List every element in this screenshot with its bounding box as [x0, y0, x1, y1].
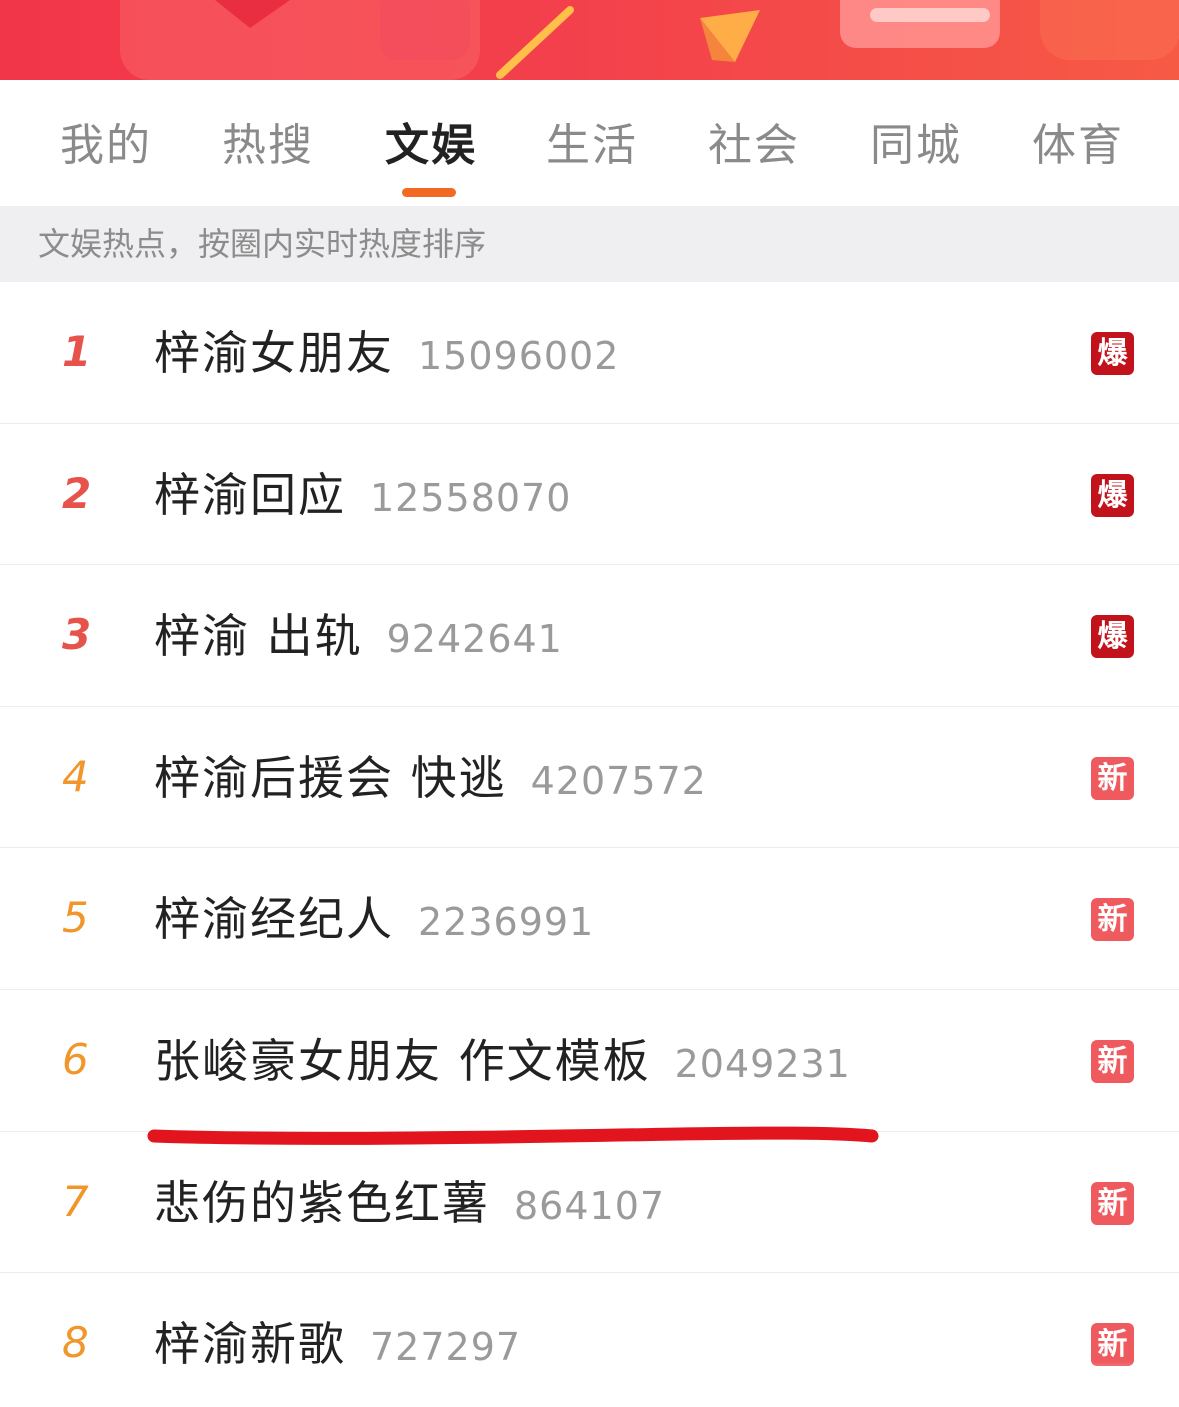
tab-mine[interactable]: 我的	[60, 118, 152, 174]
tab-entertainment[interactable]: 文娱	[385, 118, 477, 174]
list-item[interactable]: 4 梓渝后援会 快逃 4207572 新	[0, 706, 1179, 849]
list-item-content: 梓渝经纪人 2236991	[154, 890, 594, 951]
heat-count: 864107	[514, 1183, 666, 1228]
list-item-title[interactable]: 悲伤的紫色红薯	[154, 1176, 490, 1230]
list-item-title[interactable]: 梓渝女朋友	[154, 326, 394, 380]
heat-count: 4207572	[530, 758, 707, 803]
list-item[interactable]: 2 梓渝回应 12558070 爆	[0, 423, 1179, 566]
list-item-content: 梓渝回应 12558070	[154, 466, 571, 527]
new-badge: 新	[1091, 898, 1134, 942]
hot-list: 1 梓渝女朋友 15096002 爆 2 梓渝回应 12558070 爆 3 梓渝 …	[0, 282, 1179, 1407]
heat-count: 9242641	[386, 617, 563, 662]
tab-life[interactable]: 生活	[546, 118, 638, 174]
heat-count: 2236991	[418, 900, 595, 945]
tab-hot-search[interactable]: 热搜	[222, 118, 314, 174]
tab-society[interactable]: 社会	[708, 118, 800, 174]
hot-badge: 爆	[1091, 332, 1134, 375]
list-item-title[interactable]: 梓渝 出轨	[154, 609, 363, 663]
list-item-title[interactable]: 张峻豪女朋友 作文模板	[154, 1034, 651, 1088]
heat-count: 2049231	[674, 1041, 851, 1086]
tab-local[interactable]: 同城	[870, 118, 962, 174]
list-item-content: 梓渝新歌 727297	[154, 1315, 521, 1376]
hot-search-page: 我的 热搜 文娱 生活 社会 同城 体育 文娱热点，按圈内实时热度排序 1 梓渝…	[0, 0, 1179, 1407]
list-item-content: 梓渝 出轨 9242641	[154, 607, 563, 668]
rank-number: 2	[62, 468, 92, 518]
list-item[interactable]: 1 梓渝女朋友 15096002 爆	[0, 282, 1179, 424]
rank-number: 5	[62, 893, 89, 943]
rank-number: 1	[62, 327, 92, 376]
list-item[interactable]: 5 梓渝经纪人 2236991 新	[0, 848, 1179, 990]
list-item-title[interactable]: 梓渝经纪人	[154, 892, 394, 946]
heat-count: 727297	[370, 1325, 522, 1370]
rank-number: 6	[62, 1034, 89, 1084]
new-badge: 新	[1091, 1039, 1134, 1083]
new-badge: 新	[1091, 1181, 1134, 1225]
list-item-content: 梓渝女朋友 15096002	[154, 324, 619, 385]
list-item-content: 梓渝后援会 快逃 4207572	[154, 749, 707, 810]
tab-sports[interactable]: 体育	[1032, 118, 1124, 174]
list-item-title[interactable]: 梓渝回应	[154, 468, 346, 522]
list-item-content: 悲伤的紫色红薯 864107	[154, 1174, 665, 1235]
rank-number: 3	[62, 610, 92, 660]
list-item[interactable]: 3 梓渝 出轨 9242641 爆	[0, 565, 1179, 707]
list-item[interactable]: 7 悲伤的紫色红薯 864107 新	[0, 1131, 1179, 1274]
heat-count: 15096002	[418, 334, 620, 378]
heat-count: 12558070	[370, 475, 572, 520]
top-banner	[0, 0, 1179, 80]
rank-number: 8	[62, 1318, 89, 1368]
rank-number: 4	[62, 751, 89, 801]
info-bar-text: 文娱热点，按圈内实时热度排序	[38, 225, 487, 263]
info-bar: 文娱热点，按圈内实时热度排序	[0, 206, 1179, 282]
active-tab-indicator	[402, 188, 456, 197]
hot-badge: 爆	[1091, 615, 1134, 659]
category-tabs: 我的 热搜 文娱 生活 社会 同城 体育	[0, 80, 1179, 206]
list-item-title[interactable]: 梓渝新歌	[154, 1317, 346, 1371]
bottom-fade	[860, 1362, 1179, 1407]
list-item[interactable]: 6 张峻豪女朋友 作文模板 2049231 新	[0, 989, 1179, 1132]
banner-decoration	[120, 0, 1179, 80]
new-badge: 新	[1091, 1323, 1134, 1367]
rank-number: 7	[62, 1176, 89, 1226]
hot-badge: 爆	[1091, 473, 1134, 517]
list-item-content: 张峻豪女朋友 作文模板 2049231	[154, 1032, 851, 1093]
list-item-title[interactable]: 梓渝后援会 快逃	[154, 751, 507, 805]
new-badge: 新	[1091, 756, 1134, 800]
